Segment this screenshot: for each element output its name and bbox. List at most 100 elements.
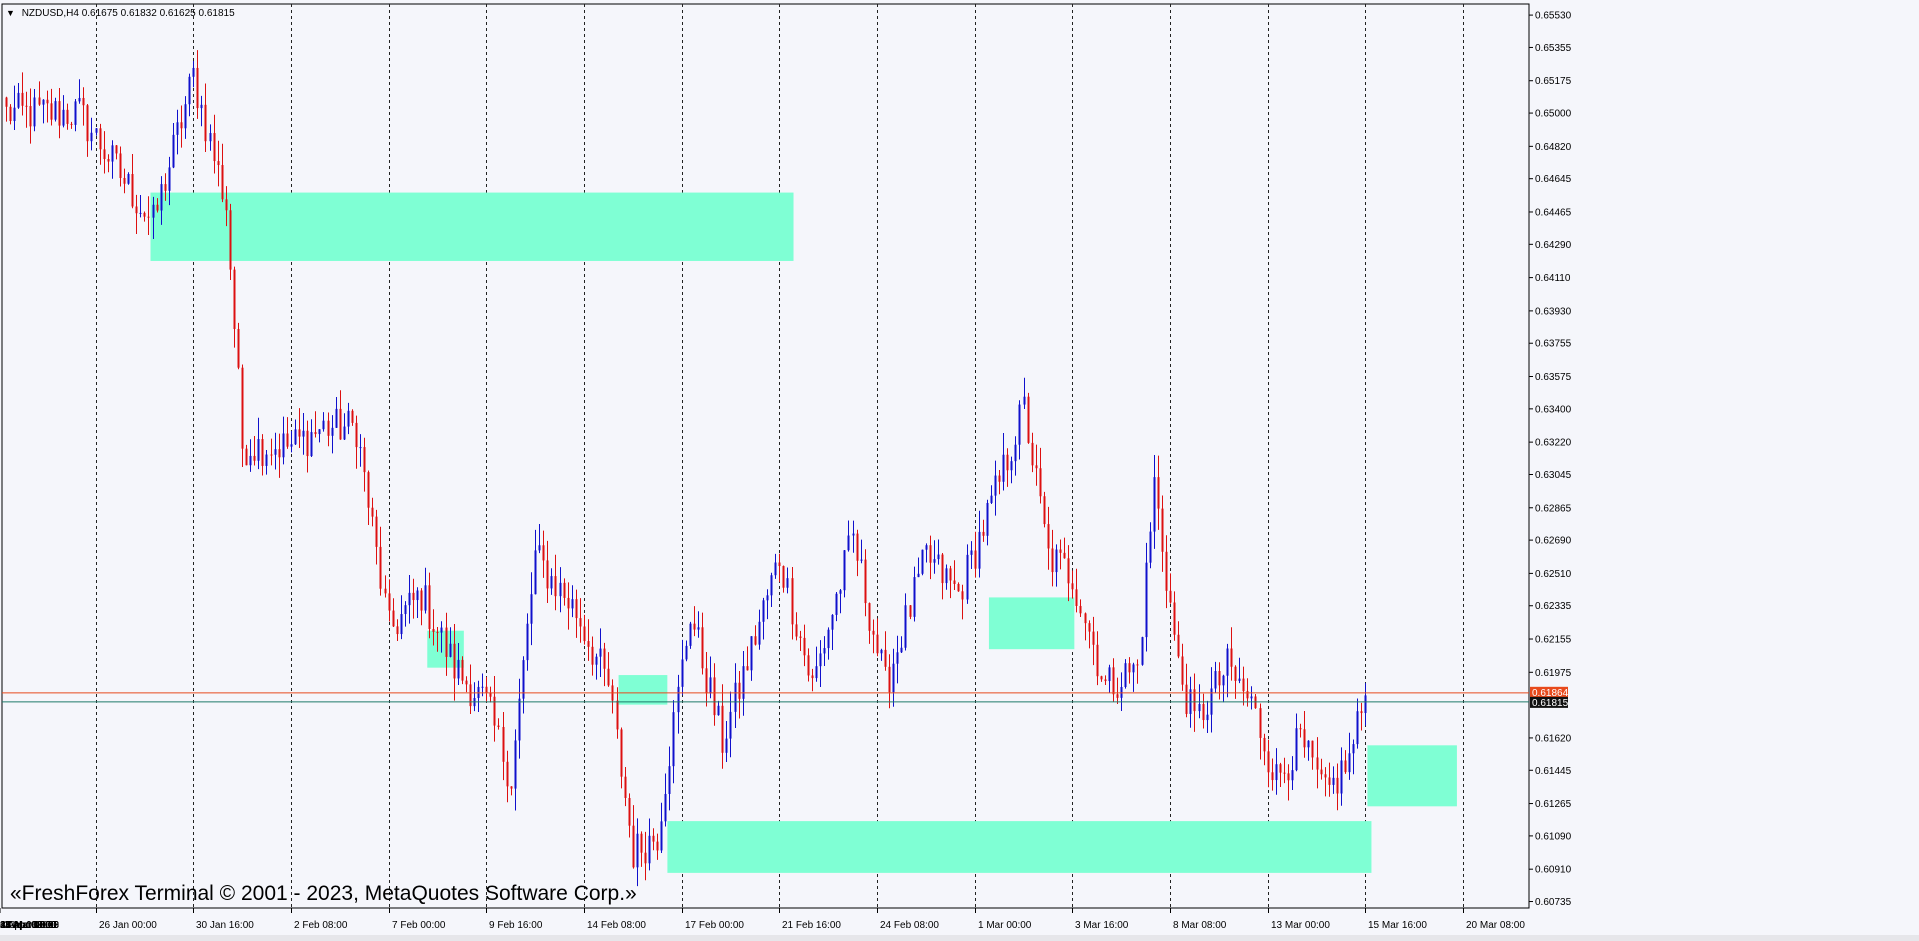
bottom-tab-strip xyxy=(0,935,1919,941)
x-tick-label: 30 Jan 16:00 xyxy=(196,920,254,931)
candle-body xyxy=(54,101,57,120)
candle-body xyxy=(644,852,647,864)
y-tick-label: 0.63755 xyxy=(1535,339,1572,350)
candle-body xyxy=(200,104,203,109)
candle-body xyxy=(599,648,602,657)
candle-body xyxy=(762,600,765,622)
candle-body xyxy=(917,573,920,578)
candle-body xyxy=(1169,590,1172,603)
candle-body xyxy=(721,705,724,753)
candle-body xyxy=(1336,777,1339,794)
candle-body xyxy=(123,177,126,184)
candle-body xyxy=(782,566,785,588)
candle-body xyxy=(274,449,277,455)
candle-body xyxy=(978,531,981,569)
candle-body xyxy=(502,726,505,762)
candle xyxy=(237,322,240,370)
candle-body xyxy=(445,627,448,657)
candle-body xyxy=(388,593,391,611)
candle-body xyxy=(672,712,675,767)
candle-body xyxy=(286,433,289,447)
candle-body xyxy=(322,420,325,430)
candle-body xyxy=(550,576,553,589)
candle-body xyxy=(62,109,65,126)
candle-body xyxy=(95,128,98,133)
symbol-label: NZDUSD,H4 xyxy=(21,8,79,19)
x-tick-label: 3 Mar 16:00 xyxy=(1075,920,1129,931)
candle-body xyxy=(278,449,281,458)
candle-body xyxy=(681,659,684,687)
candle-body xyxy=(1230,648,1233,667)
x-tick-label: 26 Jan 00:00 xyxy=(99,920,157,931)
candle-body xyxy=(135,206,138,214)
candle-body xyxy=(750,636,753,671)
candle-body xyxy=(957,583,960,592)
chart-window[interactable]: 0.65530 0.65355 0.65175 0.65000 0.64820 0.646… xyxy=(0,0,1919,941)
zone-rectangle xyxy=(1367,745,1457,807)
candle-body xyxy=(188,76,191,105)
candle-body xyxy=(892,663,895,693)
candle xyxy=(921,549,924,576)
candle-body xyxy=(379,546,382,589)
candle-body xyxy=(1059,549,1062,553)
candle-body xyxy=(909,605,912,617)
candle-body xyxy=(180,122,183,129)
candle-body xyxy=(567,597,570,609)
candle-body xyxy=(42,99,45,105)
y-tick-label: 0.63575 xyxy=(1535,372,1572,383)
candle-body xyxy=(38,97,41,105)
candle-body xyxy=(400,614,403,635)
candle-body xyxy=(449,643,452,657)
candle-body xyxy=(1084,613,1087,624)
candle-body xyxy=(530,594,533,624)
candle-body xyxy=(331,427,334,436)
candle-body xyxy=(1063,552,1066,559)
candle-body xyxy=(424,585,427,611)
candle-body xyxy=(856,533,859,561)
candle-body xyxy=(660,821,663,851)
candle-body xyxy=(25,105,28,107)
candle-body xyxy=(774,562,777,576)
candle-body xyxy=(1198,704,1201,712)
candle-body xyxy=(705,668,708,694)
candle-body xyxy=(103,149,106,160)
candle-body xyxy=(355,422,358,448)
y-tick-label: 0.60910 xyxy=(1535,865,1572,876)
candle-body xyxy=(469,684,472,707)
candle-body xyxy=(966,554,969,600)
candle-body xyxy=(1161,508,1164,552)
candle-body xyxy=(127,174,130,184)
candle-body xyxy=(119,153,122,178)
candle-body xyxy=(335,408,338,428)
candle-body xyxy=(990,495,993,503)
candle-body xyxy=(542,545,545,561)
candle-body xyxy=(795,624,798,637)
candle-body xyxy=(196,67,199,109)
candle-body xyxy=(404,605,407,615)
x-tick-label: 13 Mar 00:00 xyxy=(1271,920,1330,931)
candle-body xyxy=(156,204,159,211)
candle-body xyxy=(546,560,549,589)
price-chart[interactable]: 0.65530 0.65355 0.65175 0.65000 0.64820 0.646… xyxy=(0,0,1919,941)
candle-body xyxy=(815,666,818,679)
candle-body xyxy=(99,128,102,150)
candle-body xyxy=(50,103,53,120)
collapse-triangle-icon[interactable]: ▼ xyxy=(6,8,15,18)
candle-body xyxy=(620,729,623,777)
candle-body xyxy=(510,786,513,789)
candle-body xyxy=(904,605,907,648)
candle-body xyxy=(1202,704,1205,721)
candle-body xyxy=(21,92,24,106)
y-tick-label: 0.62155 xyxy=(1535,635,1572,646)
candle-body xyxy=(1263,737,1266,752)
candle-body xyxy=(5,97,8,107)
candle-body xyxy=(1153,477,1156,532)
candle-body xyxy=(506,761,509,787)
candle-body xyxy=(729,711,732,739)
candle-body xyxy=(343,426,346,440)
candle-body xyxy=(351,410,354,423)
candle-body xyxy=(1364,695,1367,714)
candle-body xyxy=(949,568,952,581)
candle-body xyxy=(1250,696,1253,699)
candle-body xyxy=(1218,671,1221,686)
